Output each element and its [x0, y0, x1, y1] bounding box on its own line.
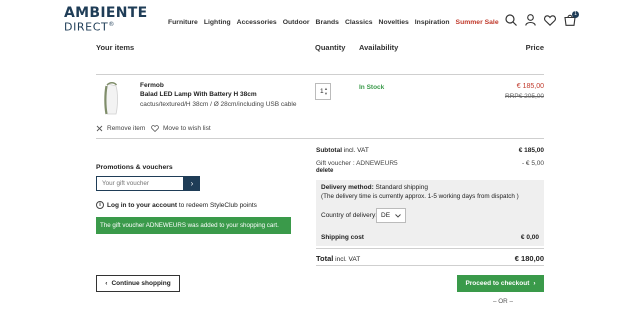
apply-voucher-button[interactable]: ›	[184, 176, 200, 191]
login-hint-text: to redeem StyleClub points	[177, 201, 257, 209]
voucher-row: Gift voucher : ADNEWEUR5 - € 5,00	[316, 160, 544, 167]
column-header-items: Your items	[96, 43, 135, 52]
delivery-method-value: Standard shipping	[373, 184, 428, 191]
brand-name-line2: DIRECT	[64, 20, 109, 34]
cart-count-badge: 1	[572, 11, 579, 18]
main-nav: Furniture Lighting Accessories Outdoor B…	[168, 19, 499, 26]
shipping-row: Shipping cost € 0,00	[321, 234, 539, 241]
cart-icon[interactable]: 1	[564, 11, 579, 26]
move-to-wishlist-button[interactable]: Move to wish list	[151, 125, 211, 132]
promotions-title: Promotions & vouchers	[96, 164, 173, 171]
nav-item-brands[interactable]: Brands	[316, 19, 339, 26]
chevron-left-icon: ‹	[105, 280, 108, 287]
nav-item-summer-sale[interactable]: Summer Sale	[456, 19, 499, 26]
item-price: € 185,00	[516, 83, 544, 90]
remove-item-button[interactable]: Remove item	[96, 125, 145, 132]
nav-item-classics[interactable]: Classics	[345, 19, 373, 26]
subtotal-suffix: incl. VAT	[342, 147, 369, 154]
divider	[96, 74, 544, 75]
voucher-value: - € 5,00	[521, 160, 544, 167]
heart-icon	[151, 125, 159, 132]
move-to-wishlist-label: Move to wish list	[163, 125, 211, 132]
total-value: € 180,00	[514, 254, 544, 263]
subtotal-value: € 185,00	[518, 147, 544, 154]
search-icon[interactable]	[505, 14, 517, 26]
product-name[interactable]: Balad LED Lamp With Battery H 38cm	[140, 91, 257, 98]
brand-logo-sub[interactable]: DIRECT®	[64, 19, 115, 33]
nav-item-inspiration[interactable]: Inspiration	[415, 19, 450, 26]
chevron-down-icon	[395, 213, 401, 218]
total-label: Total	[316, 254, 334, 263]
product-image[interactable]	[104, 82, 120, 116]
voucher-success-message: The gift voucher ADNEWEURS was added to …	[96, 217, 291, 234]
remove-item-label: Remove item	[107, 125, 146, 132]
header-icons: 1	[505, 11, 579, 26]
country-value: DE	[381, 212, 391, 219]
column-header-quantity: Quantity	[315, 43, 346, 52]
total-row: Total incl. VAT € 180,00	[316, 254, 544, 263]
close-icon	[96, 125, 103, 132]
nav-item-novelties[interactable]: Novelties	[379, 19, 409, 26]
brand-logo[interactable]: AMBIENTE	[64, 6, 147, 20]
gift-voucher-input[interactable]	[96, 176, 184, 191]
nav-item-outdoor[interactable]: Outdoor	[283, 19, 310, 26]
voucher-label: Gift voucher : ADNEWEUR5	[316, 160, 398, 167]
proceed-to-checkout-button[interactable]: Proceed to checkout ›	[457, 275, 544, 292]
user-icon[interactable]	[525, 14, 536, 26]
continue-shopping-button[interactable]: ‹ Continue shopping	[96, 275, 180, 292]
column-header-availability: Availability	[359, 43, 399, 52]
divider	[316, 265, 544, 266]
subtotal-label: Subtotal	[316, 147, 342, 154]
column-header-price: Price	[525, 43, 544, 52]
continue-shopping-label: Continue shopping	[111, 280, 171, 287]
divider	[96, 138, 544, 139]
subtotal-row: Subtotal incl. VAT € 185,00	[316, 147, 544, 154]
shipping-label: Shipping cost	[321, 234, 364, 241]
login-link[interactable]: Log in to your account	[107, 202, 177, 209]
availability-status: In Stock	[359, 84, 385, 91]
delivery-method: Delivery method: Standard shipping	[321, 184, 428, 191]
product-variant: cactus/textured/H 38cm / Ø 28cm/includin…	[140, 101, 297, 108]
delivery-method-label: Delivery method:	[321, 184, 374, 191]
shipping-value: € 0,00	[520, 234, 539, 241]
nav-item-lighting[interactable]: Lighting	[204, 19, 231, 26]
info-icon: i	[96, 201, 104, 209]
chevron-right-icon: ›	[533, 280, 536, 287]
login-hint: i Log in to your account to redeem Style…	[96, 201, 257, 209]
stepper-arrows-icon[interactable]: ▲ ▼	[324, 86, 328, 96]
quantity-stepper[interactable]: 1 ▲ ▼	[315, 83, 331, 100]
nav-item-accessories[interactable]: Accessories	[237, 19, 277, 26]
or-separator: – OR –	[493, 298, 513, 305]
product-brand[interactable]: Fermob	[140, 82, 164, 89]
registered-mark: ®	[108, 21, 115, 28]
heart-icon[interactable]	[544, 14, 556, 26]
divider	[316, 248, 544, 249]
delete-voucher-link[interactable]: delete	[316, 168, 333, 174]
country-label: Country of delivery:	[321, 212, 377, 219]
total-suffix: incl. VAT	[333, 256, 361, 263]
delivery-note: (The delivery time is currently approx. …	[321, 193, 519, 200]
nav-item-furniture[interactable]: Furniture	[168, 19, 198, 26]
country-select[interactable]: DE	[376, 208, 406, 223]
checkout-label: Proceed to checkout	[465, 280, 530, 287]
item-rrp-price: RRP€ 205,00	[504, 93, 544, 100]
